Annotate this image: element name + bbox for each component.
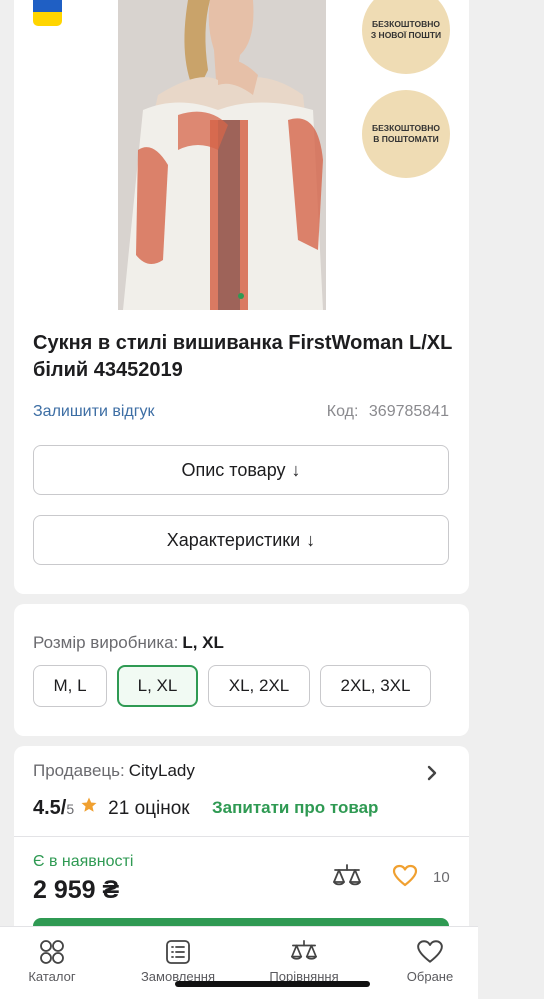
heart-icon	[417, 940, 443, 963]
reviews-count[interactable]: 21 оцінок	[108, 798, 189, 820]
code-label: Код:	[326, 403, 359, 420]
code-value: 369785841	[368, 403, 449, 420]
tab-orders[interactable]: Замовлення	[128, 939, 228, 984]
heart-icon[interactable]	[392, 864, 418, 888]
product-description-button[interactable]: Опис товару ↓	[33, 445, 449, 495]
orders-icon	[166, 940, 190, 964]
product-title: Сукня в стилі вишиванка FirstWoman L/XL …	[33, 332, 452, 381]
bottom-tab-bar: Каталог Замовлення Порівняння Обране	[0, 926, 478, 999]
star-icon	[81, 797, 97, 812]
promo-text: БЕЗКОШТОВНО З НОВОЇ ПОШТИ	[370, 19, 442, 40]
ukraine-flag-icon	[33, 0, 62, 26]
button-label: Характеристики	[166, 529, 301, 550]
chevron-right-icon[interactable]	[426, 764, 438, 782]
rating-value: 4.5/	[33, 797, 67, 819]
compare-icon[interactable]	[331, 862, 363, 892]
home-indicator	[175, 981, 370, 987]
price: 2 959 ₴	[33, 876, 120, 904]
seller-label: Продавець:	[33, 761, 125, 780]
compare-icon	[291, 940, 317, 960]
divider	[14, 836, 469, 837]
tab-compare[interactable]: Порівняння	[254, 939, 354, 984]
rating-max: 5	[66, 801, 75, 817]
promo-text: БЕЗКОШТОВНО В ПОШТОМАТИ	[372, 123, 440, 144]
tab-favorites[interactable]: Обране	[380, 939, 480, 984]
rating-row: 4.5/5 21 оцінок	[33, 796, 190, 820]
size-label-text: Розмір виробника:	[33, 633, 179, 652]
tab-catalog[interactable]: Каталог	[2, 939, 102, 984]
size-option-xl-2xl[interactable]: XL, 2XL	[208, 665, 310, 707]
product-code: Код: 369785841	[327, 403, 449, 421]
dress-image	[118, 0, 326, 310]
free-parcel-locker-badge: БЕЗКОШТОВНО В ПОШТОМАТИ	[362, 90, 450, 178]
selected-size: L, XL	[182, 633, 224, 652]
arrow-down-icon: ↓	[306, 529, 316, 550]
rating-score: 4.5/5	[33, 797, 74, 820]
catalog-icon	[40, 940, 64, 964]
tab-label: Обране	[406, 969, 454, 984]
size-label: Розмір виробника: L, XL	[33, 633, 224, 653]
product-photo[interactable]	[118, 0, 326, 310]
arrow-down-icon: ↓	[291, 459, 301, 480]
size-option-2xl-3xl[interactable]: 2XL, 3XL	[320, 665, 431, 707]
size-option-m-l[interactable]: M, L	[33, 665, 107, 707]
button-label: Опис товару	[181, 459, 286, 480]
product-page: БЕЗКОШТОВНО З НОВОЇ ПОШТИ БЕЗКОШТОВНО В …	[0, 0, 544, 999]
ask-question-link[interactable]: Запитати про товар	[212, 798, 378, 818]
characteristics-button[interactable]: Характеристики ↓	[33, 515, 449, 565]
size-option-l-xl[interactable]: L, XL	[117, 665, 198, 707]
leave-review-link[interactable]: Залишити відгук	[33, 403, 155, 421]
tab-label: Каталог	[28, 969, 76, 984]
favorites-count: 10	[433, 869, 450, 886]
stock-status: Є в наявності	[33, 853, 134, 870]
seller-row[interactable]: Продавець: CityLady	[33, 761, 195, 781]
seller-name: CityLady	[128, 761, 195, 780]
